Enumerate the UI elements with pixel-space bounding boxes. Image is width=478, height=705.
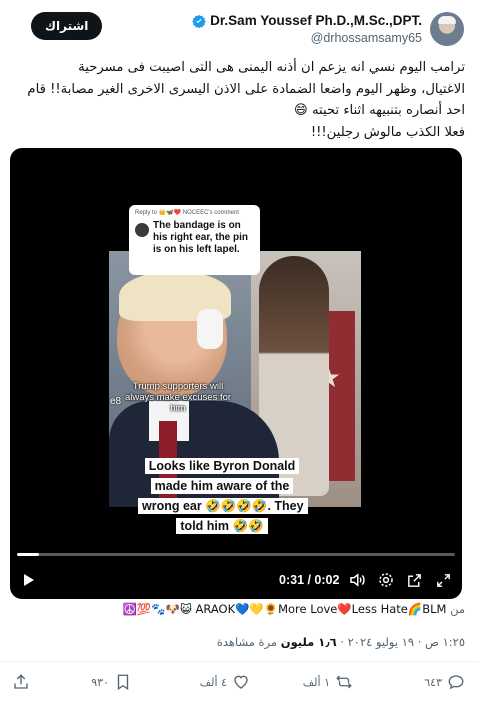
reply-icon [448, 675, 464, 690]
settings-icon[interactable] [376, 570, 396, 590]
caption-fragment: e8 [110, 396, 122, 407]
video-player[interactable]: ★ Reply to 👑🦋❤️ NOCEEC's comment The ban… [10, 148, 462, 599]
caption-bottom: Looks like Byron Donald made him aware o… [138, 455, 308, 535]
video-progress-bar[interactable] [17, 553, 455, 556]
like-button[interactable]: ٤ ألف [200, 673, 250, 691]
display-name[interactable]: Dr.Sam Youssef Ph.D.,M.Sc.,DPT. [210, 13, 422, 28]
bookmark-button[interactable]: ٩٣٠ [91, 673, 132, 691]
tweet-date[interactable]: ١٩ يوليو ٢٠٢٤ [348, 635, 414, 649]
reply-header: Reply to 👑🦋❤️ NOCEEC's comment [135, 210, 239, 216]
tweet-meta: ١:٢٥ ص · ١٩ يوليو ٢٠٢٤ · ١٫٦ مليون مرة م… [216, 635, 465, 649]
source-prefix: من [450, 602, 465, 616]
external-link-icon[interactable] [404, 570, 424, 590]
reply-comment-card: Reply to 👑🦋❤️ NOCEEC's comment The banda… [129, 205, 260, 275]
heart-icon [234, 675, 248, 689]
tweet-line: احد أنصاره بتنبيهه اثناء تحيته 😄 [294, 103, 465, 118]
user-handle[interactable]: @drhossamsamy65 [311, 31, 422, 45]
caption-top: Trump supporters will always make excuse… [124, 381, 232, 414]
bookmark-icon [117, 674, 129, 691]
like-count: ٤ ألف [199, 675, 227, 689]
reply-button[interactable]: ٦٤٣ [424, 673, 465, 691]
action-bar: ٦٤٣ ١ ألف ٤ ألف ٩٣٠ [0, 673, 478, 695]
views-count: ١٫٦ مليون [280, 635, 337, 649]
source-line: من ☮️💯🐾🐶😺 ARAOK💙💛🌻More Love❤️Less Hate🌈B… [123, 602, 465, 616]
author-name-line[interactable]: Dr.Sam Youssef Ph.D.,M.Sc.,DPT. [192, 13, 422, 28]
video-controls: 0:31 / 0:02 [10, 566, 462, 594]
bookmark-count: ٩٣٠ [91, 675, 109, 689]
tweet-line: الاغتيال، وظهر اليوم واضعا الضمادة على ا… [27, 81, 465, 97]
share-icon [14, 674, 28, 689]
reply-avatar [135, 223, 149, 237]
subscribe-button[interactable]: اشتراك [31, 12, 103, 40]
caption-bottom-text: Looks like Byron Donald made him aware o… [138, 458, 308, 534]
views-label: مرة مشاهدة [216, 635, 278, 649]
retweet-count: ١ ألف [302, 675, 330, 689]
verified-badge-icon [192, 14, 206, 28]
tweet-time[interactable]: ١:٢٥ ص [425, 635, 465, 649]
tweet-header: Dr.Sam Youssef Ph.D.,M.Sc.,DPT. @drhossa… [0, 10, 478, 50]
avatar[interactable] [430, 12, 464, 46]
share-button[interactable] [12, 673, 30, 691]
fullscreen-icon[interactable] [433, 570, 453, 590]
volume-icon[interactable] [347, 570, 367, 590]
tweet-line: ترامب اليوم نسي انه يزعم ان أذنه اليمنى … [78, 60, 465, 75]
source-account-link[interactable]: ☮️💯🐾🐶😺 ARAOK💙💛🌻More Love❤️Less Hate🌈BLM [123, 602, 447, 616]
video-time: 0:31 / 0:02 [279, 573, 340, 587]
play-icon[interactable] [18, 570, 38, 590]
tweet-line: فعلا الكذب مالوش رجلين!!! [310, 124, 465, 140]
tweet-text: ترامب اليوم نسي انه يزعم ان أذنه اليمنى … [10, 57, 465, 143]
retweet-button[interactable]: ١ ألف [303, 673, 353, 691]
retweet-icon [336, 675, 352, 689]
reply-text: The bandage is on his right ear, the pin… [153, 220, 249, 255]
progress-fill [17, 553, 39, 556]
divider [0, 661, 478, 662]
reply-count: ٦٤٣ [424, 675, 442, 689]
